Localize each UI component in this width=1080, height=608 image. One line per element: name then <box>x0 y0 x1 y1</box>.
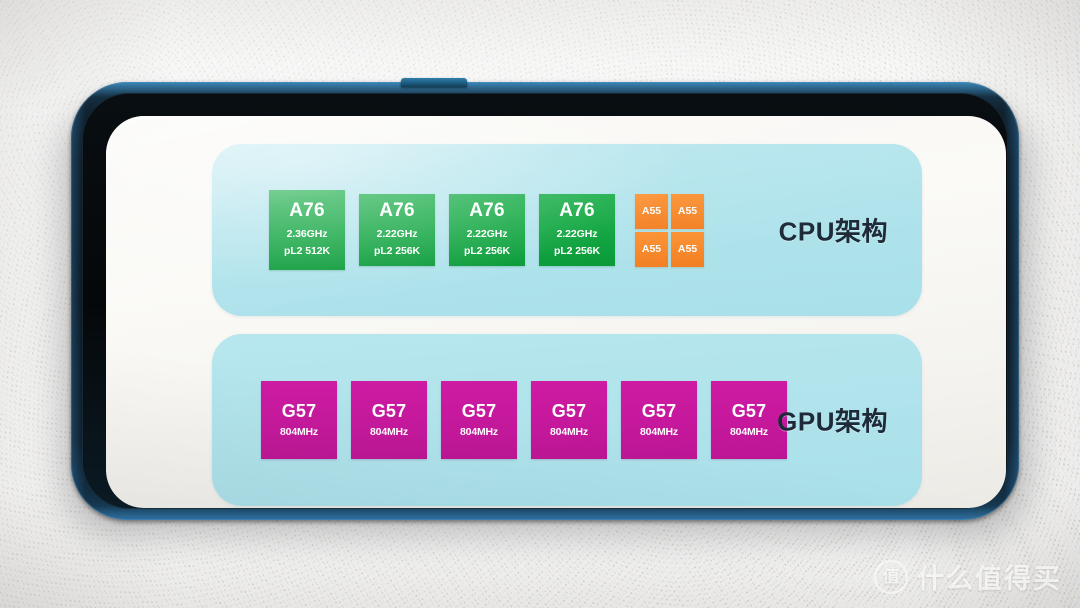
gpu-core[interactable]: G57 804MHz <box>261 381 337 459</box>
power-button[interactable] <box>401 78 467 87</box>
core-cache: pL2 256K <box>554 244 600 257</box>
core-name: G57 <box>731 401 767 422</box>
cpu-little-core[interactable]: A55 <box>671 231 704 267</box>
core-name: G57 <box>641 401 677 422</box>
core-name: G57 <box>551 401 587 422</box>
core-clock: 804MHz <box>730 426 768 439</box>
core-name: A76 <box>469 200 505 222</box>
core-clock: 2.22GHz <box>556 228 598 241</box>
core-name: A76 <box>379 200 415 222</box>
core-clock: 804MHz <box>460 426 498 439</box>
cpu-little-core[interactable]: A55 <box>635 231 668 267</box>
core-cache: pL2 256K <box>464 244 510 257</box>
core-clock: 804MHz <box>550 426 588 439</box>
core-clock: 2.22GHz <box>376 228 418 241</box>
gpu-core[interactable]: G57 804MHz <box>531 381 607 459</box>
cpu-big-core[interactable]: A76 2.36GHz pL2 512K <box>269 190 345 270</box>
cpu-big-core[interactable]: A76 2.22GHz pL2 256K <box>539 194 615 266</box>
gpu-panel: G57 804MHz G57 804MHz G57 804MHz G57 804… <box>212 334 922 506</box>
phone-screen: A76 2.36GHz pL2 512K A76 2.22GHz pL2 256… <box>106 116 1006 508</box>
architecture-slide: A76 2.36GHz pL2 512K A76 2.22GHz pL2 256… <box>106 116 1006 508</box>
cpu-little-core-cluster: A55 A55 A55 A55 <box>635 193 704 267</box>
gpu-core-group: G57 804MHz G57 804MHz G57 804MHz G57 804… <box>261 381 801 459</box>
core-clock: 804MHz <box>640 426 678 439</box>
core-name: G57 <box>281 401 317 422</box>
phone-bezel: A76 2.36GHz pL2 512K A76 2.22GHz pL2 256… <box>82 93 1008 509</box>
smartphone: A76 2.36GHz pL2 512K A76 2.22GHz pL2 256… <box>71 78 1019 520</box>
watermark: 值 什么值得买 <box>874 557 1062 596</box>
cpu-panel: A76 2.36GHz pL2 512K A76 2.22GHz pL2 256… <box>212 144 922 316</box>
core-cache: pL2 512K <box>284 244 330 257</box>
gpu-core[interactable]: G57 804MHz <box>441 381 517 459</box>
gpu-panel-label: GPU架构 <box>777 406 888 437</box>
screenshot-root: A76 2.36GHz pL2 512K A76 2.22GHz pL2 256… <box>0 0 1080 608</box>
gpu-core[interactable]: G57 804MHz <box>711 381 787 459</box>
core-name: A76 <box>559 200 595 222</box>
core-name: G57 <box>371 401 407 422</box>
cpu-panel-label: CPU架构 <box>778 216 888 247</box>
core-clock: 2.36GHz <box>286 228 328 241</box>
watermark-text: 什么值得买 <box>917 564 1062 594</box>
core-clock: 804MHz <box>370 426 408 439</box>
smzdm-logo-icon: 值 <box>874 559 908 594</box>
core-clock: 804MHz <box>280 426 318 439</box>
core-clock: 2.22GHz <box>466 228 508 241</box>
core-name: A76 <box>289 200 325 222</box>
cpu-big-core[interactable]: A76 2.22GHz pL2 256K <box>449 194 525 266</box>
cpu-little-core[interactable]: A55 <box>635 193 668 229</box>
cpu-little-core[interactable]: A55 <box>671 193 704 229</box>
core-name: G57 <box>461 401 497 422</box>
gpu-core[interactable]: G57 804MHz <box>621 381 697 459</box>
gpu-core[interactable]: G57 804MHz <box>351 381 427 459</box>
core-cache: pL2 256K <box>374 244 420 257</box>
cpu-big-core[interactable]: A76 2.22GHz pL2 256K <box>359 194 435 266</box>
cpu-core-group: A76 2.36GHz pL2 512K A76 2.22GHz pL2 256… <box>269 190 704 270</box>
